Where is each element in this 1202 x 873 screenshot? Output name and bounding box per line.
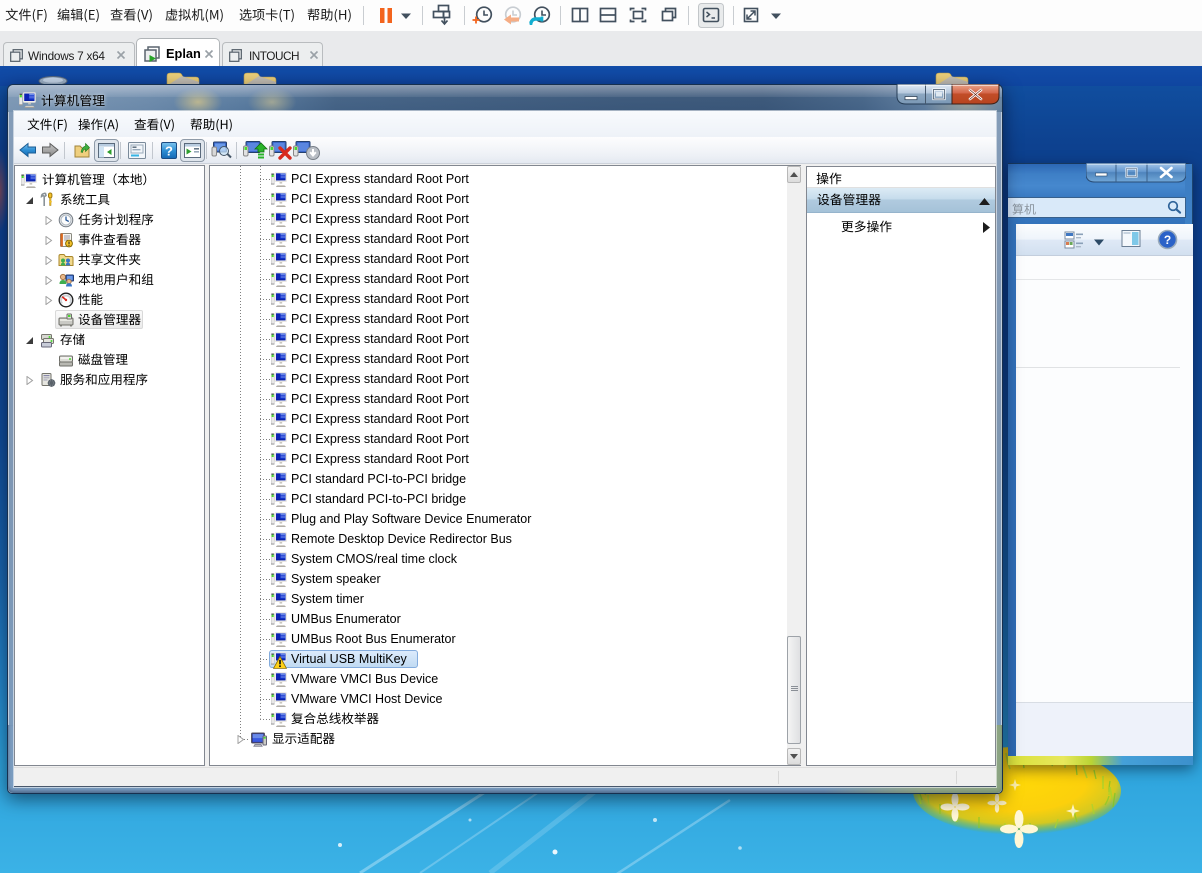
svg-text:?: ? bbox=[165, 144, 173, 159]
svg-text:?: ? bbox=[1164, 233, 1171, 247]
